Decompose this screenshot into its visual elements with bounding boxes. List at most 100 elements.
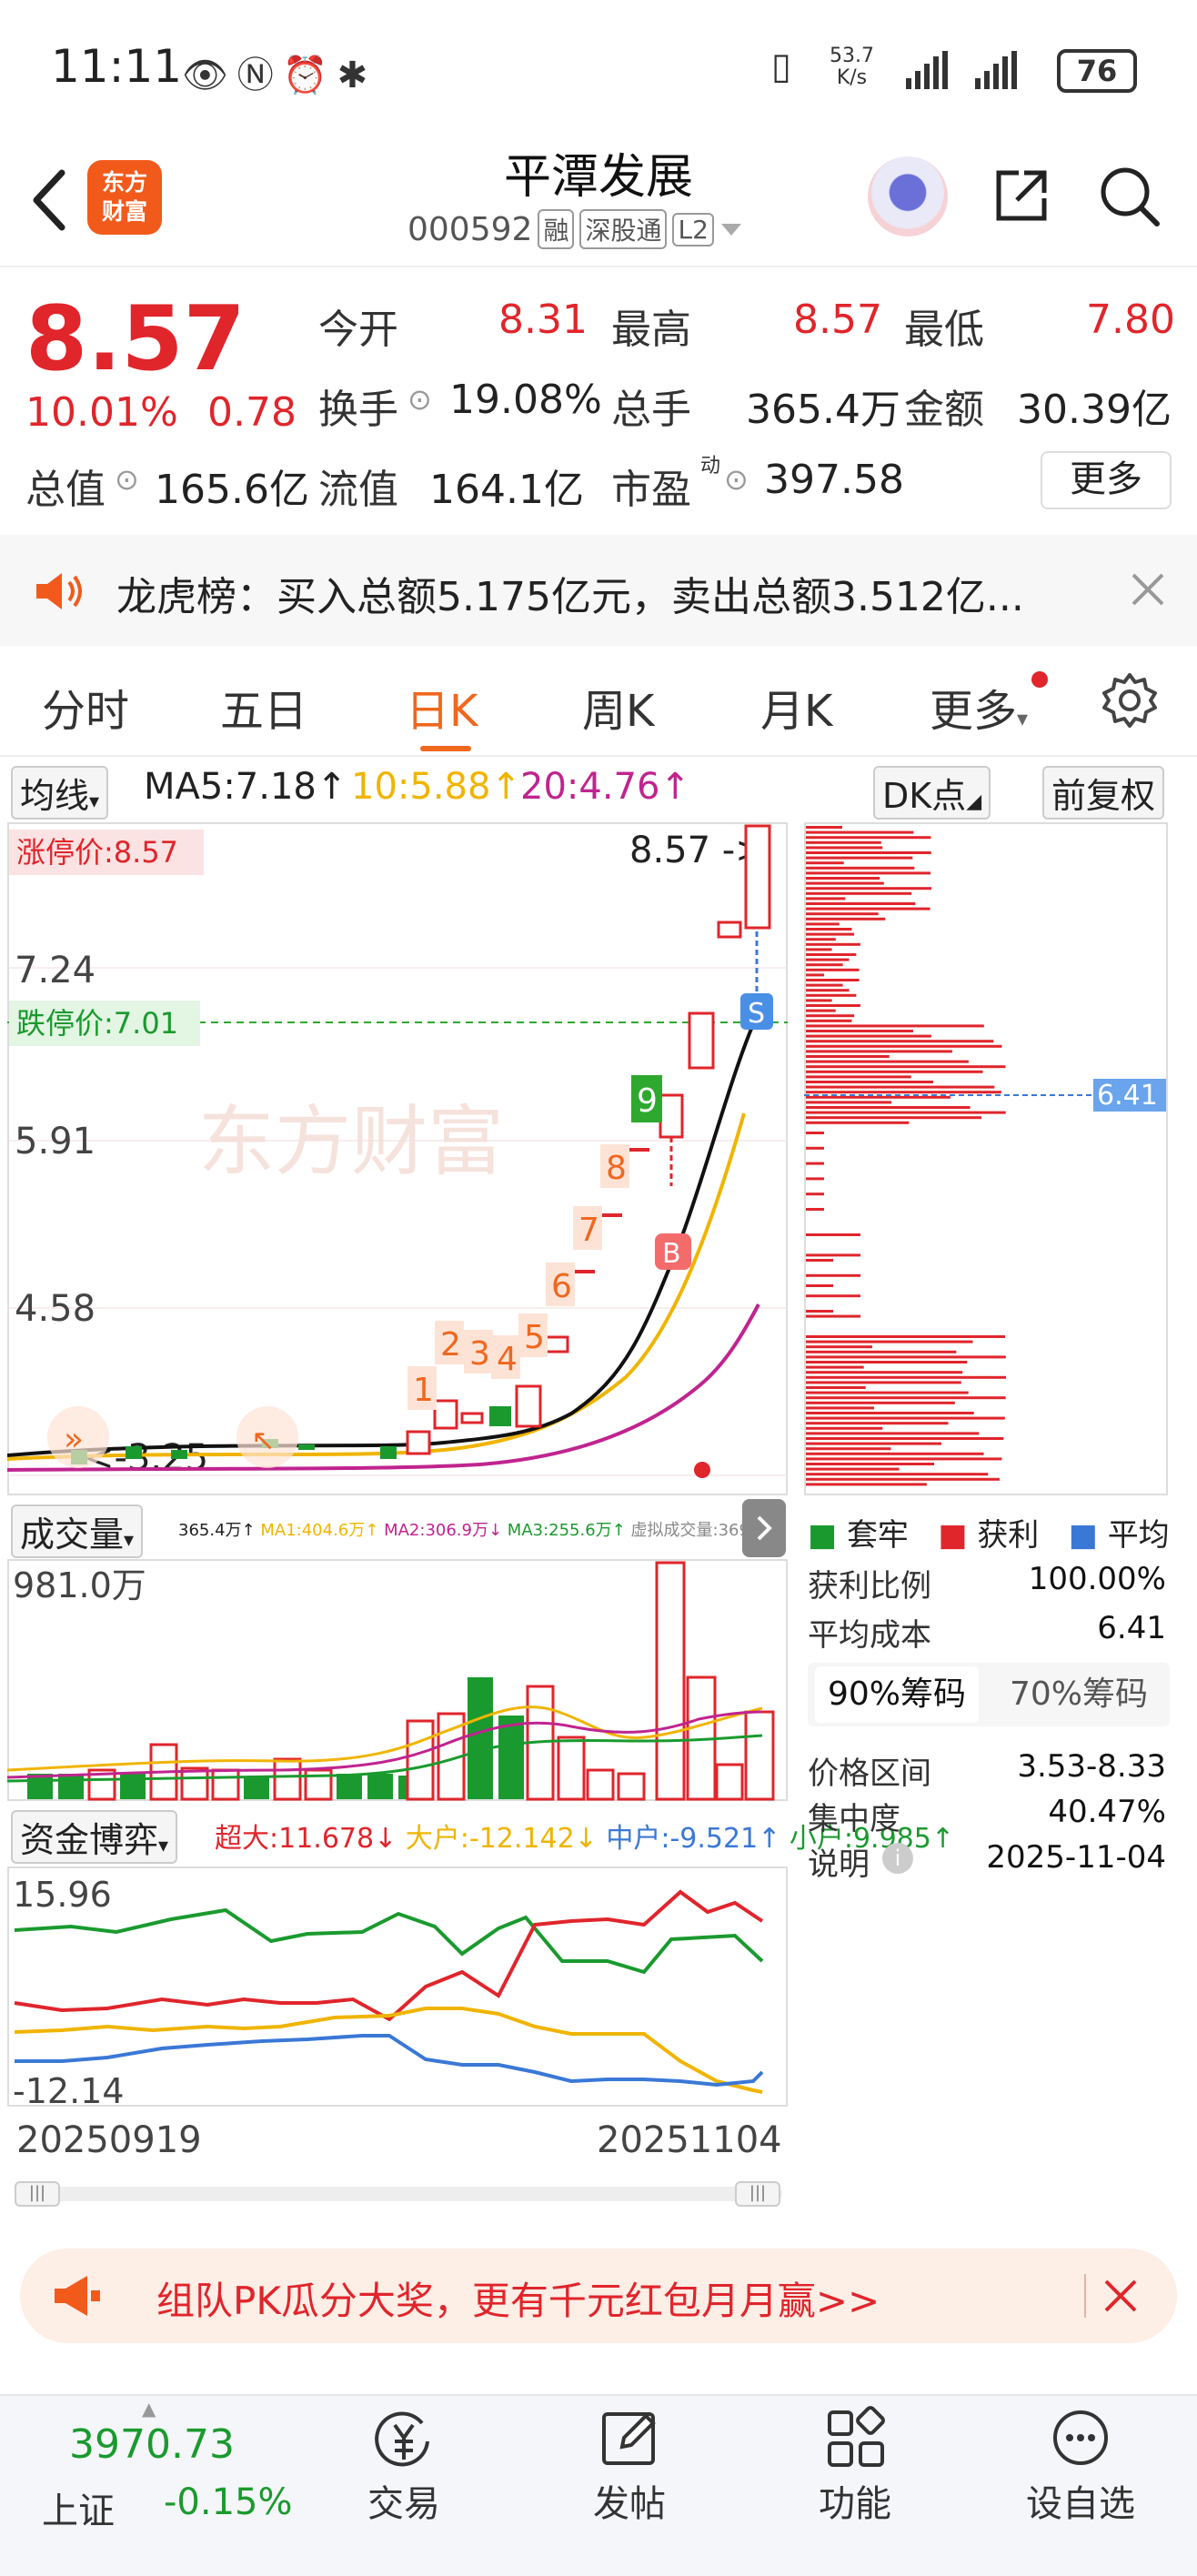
chip-bar bbox=[806, 891, 912, 895]
close-icon[interactable] bbox=[1102, 2278, 1139, 2314]
range-handle-right[interactable]: ||| bbox=[735, 2181, 780, 2207]
chip-bar bbox=[806, 932, 855, 936]
chip-bar bbox=[806, 1019, 852, 1022]
nfc-icon: Ⓝ bbox=[236, 55, 283, 96]
amount-value: 30.39亿 bbox=[1017, 387, 1172, 433]
chip-bar bbox=[806, 1335, 1006, 1338]
chip-bar bbox=[806, 1004, 860, 1007]
range-scrollbar[interactable] bbox=[15, 2187, 782, 2201]
chip-bar bbox=[806, 1437, 1004, 1440]
tab-intraday[interactable]: 分时 bbox=[42, 675, 129, 739]
mktcap-value: 165.6亿 bbox=[155, 467, 309, 513]
note-label: 说明 bbox=[808, 1846, 870, 1883]
tab-more[interactable]: 更多▾ bbox=[930, 675, 1028, 739]
adjust-button[interactable]: 前复权 bbox=[1042, 766, 1165, 820]
dk-button[interactable]: DK点◢ bbox=[873, 766, 991, 820]
tab-daily-k[interactable]: 日K bbox=[406, 675, 478, 739]
chip-bar bbox=[806, 830, 914, 834]
chip-bar bbox=[806, 1386, 866, 1389]
chip-bar bbox=[806, 1075, 911, 1079]
collapse-button[interactable] bbox=[742, 1499, 786, 1557]
svg-text:B: B bbox=[662, 1238, 681, 1270]
chip-bar bbox=[806, 840, 881, 844]
fund-flow-chart[interactable]: 15.96 -12.14 bbox=[7, 1867, 788, 2107]
nav-post[interactable]: 发帖 bbox=[548, 2405, 711, 2527]
tab-chip-90[interactable]: 90%筹码 bbox=[815, 1666, 979, 1723]
chip-bar bbox=[806, 938, 836, 941]
index-name: 上证 bbox=[42, 2490, 115, 2532]
chevron-right-icon bbox=[757, 1515, 772, 1541]
chip-distribution-chart[interactable]: 6.41 bbox=[804, 822, 1168, 1495]
chip-bar bbox=[806, 979, 860, 981]
chip-bar bbox=[806, 989, 850, 992]
chip-bar bbox=[806, 1365, 864, 1369]
chip-bar bbox=[806, 1345, 873, 1349]
low-value: 7.80 bbox=[1086, 297, 1175, 343]
stock-subline[interactable]: 000592 融 深股通 L2 bbox=[407, 209, 743, 249]
chip-bar bbox=[806, 1416, 1005, 1420]
chip-bar bbox=[806, 1055, 890, 1058]
signal-icon bbox=[906, 51, 1017, 89]
info-icon[interactable]: ⊙ bbox=[724, 462, 749, 497]
stock-code: 000592 bbox=[407, 210, 533, 248]
index-value[interactable]: 3970.73 bbox=[69, 2421, 235, 2468]
fund-selector[interactable]: 资金博弈▾ bbox=[11, 1810, 178, 1864]
info-icon[interactable]: ⊙ bbox=[115, 462, 139, 497]
chip-bar bbox=[806, 902, 916, 905]
chip-bar bbox=[806, 856, 913, 860]
low-label: 最低 bbox=[904, 307, 984, 353]
chip-bar bbox=[806, 1034, 931, 1038]
chip-bar bbox=[806, 1401, 955, 1404]
kline-chart[interactable]: 东方财富 涨停价:8.57 跌停价:7.01 7.24 5.91 4.58 8.… bbox=[7, 822, 788, 1495]
ma-selector[interactable]: 均线▾ bbox=[11, 766, 109, 820]
gear-icon[interactable] bbox=[1101, 671, 1159, 730]
volume-selector[interactable]: 成交量▾ bbox=[11, 1504, 144, 1558]
chip-bar bbox=[806, 1116, 982, 1120]
search-icon[interactable] bbox=[1097, 164, 1162, 229]
chip-bar bbox=[806, 897, 846, 901]
chip-bar bbox=[806, 1391, 969, 1394]
event-dot[interactable] bbox=[694, 1462, 710, 1478]
ma20-legend: 20:4.76↑ bbox=[520, 766, 690, 808]
info-icon[interactable]: ⊙ bbox=[407, 382, 432, 417]
nav-trade[interactable]: 交易 bbox=[322, 2405, 486, 2527]
nav-watchlist[interactable]: 设自选 bbox=[999, 2405, 1162, 2527]
sell-mark[interactable]: S bbox=[740, 993, 773, 1030]
chip-bar bbox=[806, 1065, 1006, 1069]
chip-bar bbox=[806, 1132, 824, 1134]
tab-weekly-k[interactable]: 周K bbox=[582, 675, 654, 739]
info-icon[interactable]: i bbox=[882, 1843, 913, 1874]
chip-bar bbox=[806, 877, 880, 880]
tab-chip-70[interactable]: 70%筹码 bbox=[997, 1666, 1161, 1723]
volume-chart[interactable]: 981.0万 bbox=[7, 1559, 788, 1801]
tab-monthly-k[interactable]: 月K bbox=[760, 675, 832, 739]
chip-bar bbox=[806, 887, 932, 891]
chip-bar bbox=[806, 912, 879, 916]
more-button[interactable]: 更多 bbox=[1041, 451, 1172, 509]
amount-label: 金额 bbox=[904, 387, 984, 433]
close-icon[interactable] bbox=[1130, 571, 1166, 608]
chip-bar bbox=[806, 1310, 833, 1313]
share-icon[interactable] bbox=[991, 166, 1051, 226]
caret-down-icon: ▾ bbox=[158, 1835, 169, 1857]
tabs-divider bbox=[0, 755, 1197, 757]
tab-5day[interactable]: 五日 bbox=[220, 675, 307, 739]
chip-bar bbox=[806, 1162, 824, 1165]
chip-bar bbox=[806, 1473, 989, 1476]
chip-bar bbox=[806, 917, 886, 921]
chip-bar bbox=[806, 1371, 963, 1374]
chip-bar bbox=[806, 1106, 971, 1109]
svg-text:1: 1 bbox=[413, 1372, 434, 1409]
chip-bar bbox=[806, 826, 842, 829]
vibrate-icon: ▯ bbox=[771, 45, 792, 87]
chip-bar bbox=[806, 1381, 961, 1384]
chip-bar bbox=[806, 1396, 1006, 1400]
status-icons: 👁Ⓝ⏰✱ bbox=[182, 45, 377, 98]
range-handle-left[interactable]: ||| bbox=[15, 2181, 60, 2207]
open-value: 8.31 bbox=[498, 297, 588, 343]
chip-bar bbox=[806, 948, 832, 951]
buy-mark[interactable]: B bbox=[655, 1233, 691, 1270]
nav-functions[interactable]: 功能 bbox=[773, 2405, 937, 2527]
assistant-avatar[interactable] bbox=[868, 156, 948, 236]
speaker-icon bbox=[36, 573, 82, 609]
